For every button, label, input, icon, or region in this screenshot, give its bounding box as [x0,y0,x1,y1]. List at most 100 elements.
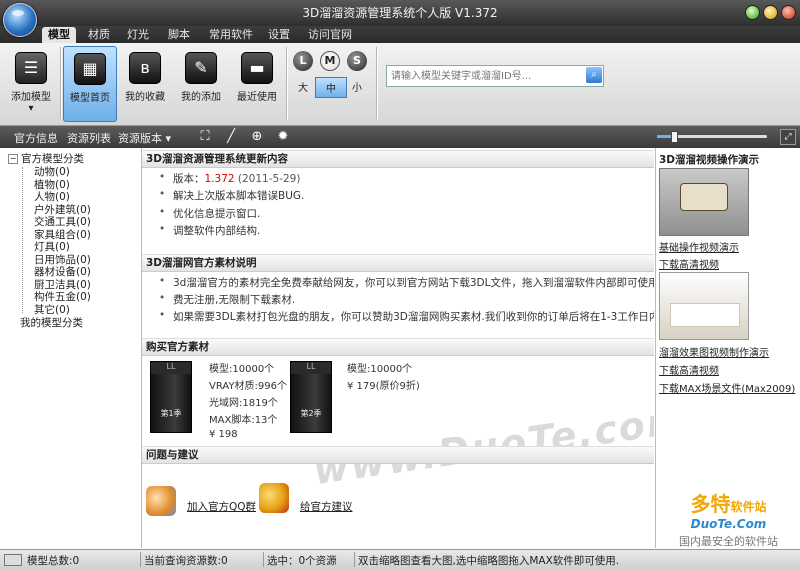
search-input[interactable] [389,67,583,85]
minimize-button[interactable] [745,5,760,20]
tree-root-my-models[interactable]: 我的模型分类 [20,315,83,330]
thumbnail-size-slider[interactable] [657,131,767,143]
status-separator [140,552,141,567]
resource-list-link[interactable]: 资源列表 [67,130,111,146]
status-icon [4,554,22,566]
duote-watermark: 多特软件站 DuoTe.Com 国内最安全的软件站 [656,488,800,548]
video-panel: 3D溜溜视频操作演示 基础操作视频演示 下载高清视频 溜溜效果图视频制作演示 下… [655,148,800,548]
add-model-button[interactable]: ☰ 添加模型 ▾ [5,46,57,120]
furniture-preview [680,183,728,211]
download-hd-video-link[interactable]: 下载高清视频 [659,362,719,377]
material-text: 3d溜溜官方的素材完全免费奉献给网友，你可以到官方网站下载3DL文件，拖入到溜溜… [159,275,654,290]
size-large-button[interactable]: 大 [288,77,318,96]
status-separator [263,552,264,567]
tab-model[interactable]: 模型 [42,27,76,43]
update-item: 解决上次版本脚本错误BUG. [159,188,304,203]
join-qq-group-link[interactable]: 加入官方QQ群 [187,499,256,514]
tab-light[interactable]: 灯光 [121,27,155,43]
version-line: 版本：1.372 (2011-5-29) [159,171,301,186]
ribbon-tabs: 模型 材质 灯光 脚本 常用软件 设置 访问官网 [0,26,800,43]
wrench-icon: ✎ [185,52,217,84]
settings-gear-icon[interactable]: ✹ [275,129,291,145]
recent-used-button[interactable]: ▬ 最近使用 [231,46,283,120]
qq-group-icon[interactable] [146,486,176,516]
feedback-section-title: 问题与建议 [142,446,654,464]
watermark-slogan: 国内最安全的软件站 [679,535,778,548]
secondary-toolbar: 官方信息 资源列表 资源版本 ▾ ⛶ ╱ ⊕ ✹ ⤢ [0,126,800,148]
expand-panel-icon[interactable]: ⤢ [780,129,796,145]
spec-line: 光域网:1819个 [209,398,278,409]
material-text: 如果需要3DL素材打包光盘的朋友，你可以赞助3D溜溜网购买素材.我们收到你的订单… [159,309,654,324]
watermark-text: www.DuoTe.com [310,396,654,494]
tab-visit-site[interactable]: 访问官网 [302,27,358,43]
download-max-scene-link[interactable]: 下载MAX场景文件(Max2009) [659,380,795,395]
size-small-icon[interactable]: S [347,51,367,71]
spec-line: VRAY材质:996个 [209,381,288,392]
suggestion-bubble-icon[interactable] [259,483,289,513]
give-suggestion-link[interactable]: 给官方建议 [300,499,353,514]
price: ¥ 198 [209,429,238,440]
folder-home-icon: ▦ [74,53,106,85]
version-date: (2011-5-29) [237,173,301,185]
bed-preview [670,303,740,327]
ribbon: ☰ 添加模型 ▾ ▦ 模型首页 ʙ 我的收藏 ✎ 我的添加 ▬ 最近使用 L M… [0,43,800,126]
category-tree: − 官方模型分类 动物(0) 植物(0) 人物(0) 户外建筑(0) 交通工具(0… [0,148,142,548]
search-icon[interactable]: ⌕ [586,67,602,83]
rss-icon: ☰ [15,52,47,84]
status-selected: 选中：0个资源 [267,555,337,567]
video-thumbnail-basic[interactable] [659,168,749,236]
pen-icon[interactable]: ╱ [223,129,239,145]
size-large-icon[interactable]: L [293,51,313,71]
video-thumbnail-render[interactable] [659,272,749,340]
product-box-season1[interactable]: LL 第1季 [150,361,192,433]
resource-version-menu[interactable]: 资源版本 ▾ [118,130,171,146]
size-medium-icon[interactable]: M [320,51,340,71]
tree-connector [22,167,23,313]
my-added-button[interactable]: ✎ 我的添加 [175,46,227,120]
drive-icon: ▬ [241,52,273,84]
status-total: 模型总数:0 [27,555,80,567]
main-content: 3D溜溜资源管理系统更新内容 版本：1.372 (2011-5-29) 解决上次… [142,148,654,548]
basic-video-link[interactable]: 基础操作视频演示 [659,239,739,254]
maximize-button[interactable] [763,5,778,20]
material-section-title: 3D溜溜网官方素材说明 [142,254,654,272]
search-box: ⌕ [386,65,604,87]
watermark-url: DuoTe.Com [690,517,767,531]
version-number: 1.372 [204,173,235,185]
ribbon-separator [60,47,61,119]
status-separator [354,552,355,567]
size-small-button[interactable]: 小 [342,77,372,96]
chevron-down-icon: ▾ [28,103,34,114]
update-item: 优化信息提示窗口. [159,206,260,221]
tab-material[interactable]: 材质 [82,27,116,43]
official-info-link[interactable]: 官方信息 [14,130,58,146]
my-favorites-button[interactable]: ʙ 我的收藏 [119,46,171,120]
window-title: 3D溜溜资源管理系统个人版 V1.372 [302,6,498,20]
watermark-brand: 多特 [690,492,731,516]
zoom-icon[interactable]: ⊕ [249,129,265,145]
video-panel-title: 3D溜溜视频操作演示 [659,154,760,166]
tab-settings[interactable]: 设置 [262,27,296,43]
render-video-link[interactable]: 溜溜效果图视频制作演示 [659,344,769,359]
title-bar: 3D溜溜资源管理系统个人版 V1.372 [0,0,800,26]
material-text-cont: 费无注册,无限制下载素材. [159,292,295,307]
spec-line: 模型:10000个 [347,364,413,375]
status-hint: 双击缩略图查看大图,选中缩略图拖入MAX软件即可使用. [358,555,620,567]
update-section-title: 3D溜溜资源管理系统更新内容 [142,150,654,168]
bluetooth-icon: ʙ [129,52,161,84]
fullscreen-icon[interactable]: ⛶ [197,129,213,145]
app-menu-orb-icon[interactable] [3,3,37,37]
status-bar: 模型总数:0 当前查询资源数:0 选中：0个资源 双击缩略图查看大图,选中缩略图… [0,549,800,570]
ribbon-separator [376,47,377,119]
buy-section-title: 购买官方素材 [142,338,654,356]
slider-thumb[interactable] [670,131,678,143]
collapse-icon[interactable]: − [8,154,18,164]
tab-common-software[interactable]: 常用软件 [203,27,259,43]
download-hd-video-link[interactable]: 下载高清视频 [659,256,719,271]
status-query-count: 当前查询资源数:0 [144,555,228,567]
product-box-season2[interactable]: LL 第2季 [290,361,332,433]
update-item: 调整软件内部结构. [159,223,260,238]
close-button[interactable] [781,5,796,20]
model-home-button[interactable]: ▦ 模型首页 [63,46,117,122]
tab-script[interactable]: 脚本 [162,27,196,43]
